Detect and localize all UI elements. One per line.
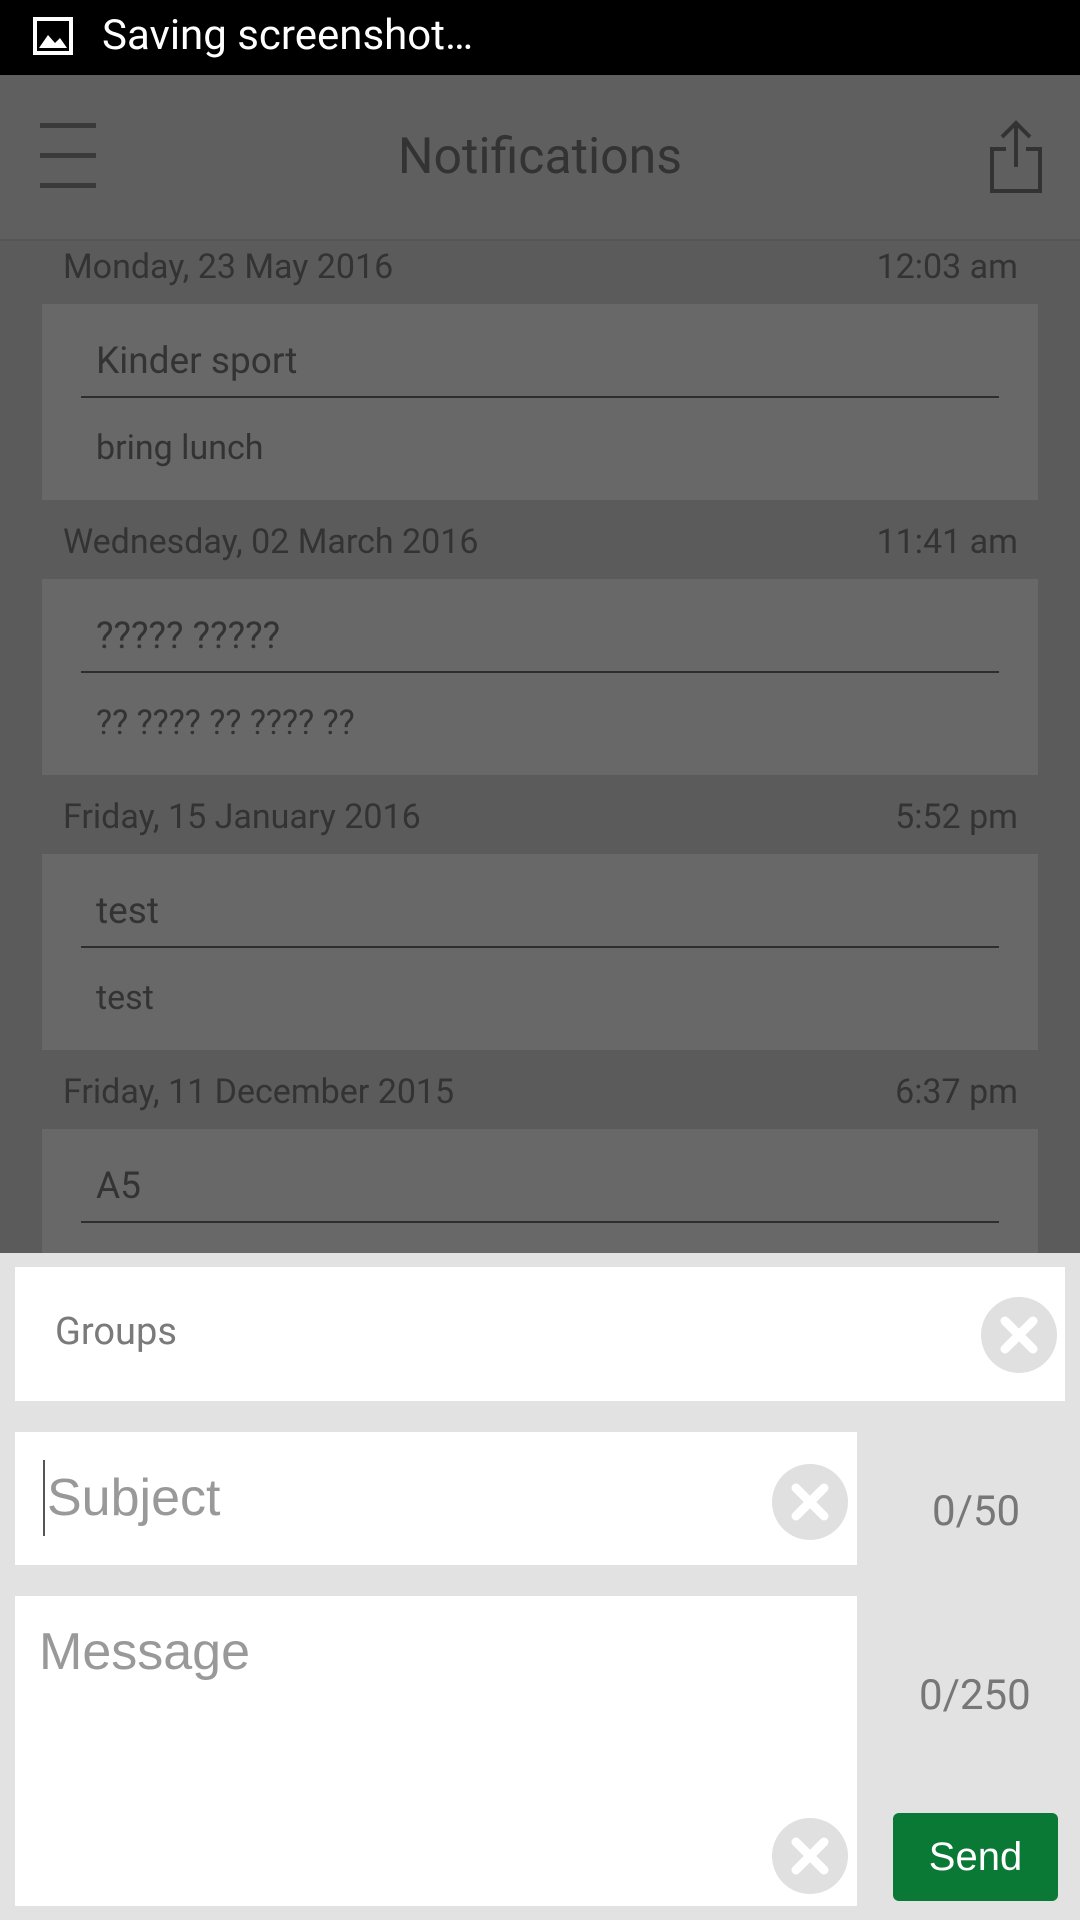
- image-icon: [33, 17, 73, 55]
- divider: [81, 946, 999, 948]
- notifications-list[interactable]: Monday, 23 May 2016 12:03 am Kinder spor…: [0, 241, 1080, 1253]
- notification-card[interactable]: A5: [42, 1129, 1038, 1253]
- list-item[interactable]: Friday, 15 January 2016 5:52 pm test tes…: [0, 791, 1080, 1066]
- share-icon[interactable]: [988, 119, 1044, 195]
- list-item[interactable]: Monday, 23 May 2016 12:03 am Kinder spor…: [0, 241, 1080, 516]
- notification-time: 6:37 pm: [895, 1072, 1018, 1112]
- divider: [81, 1221, 999, 1223]
- clear-groups-button[interactable]: [981, 1297, 1057, 1373]
- app-bar: Notifications: [0, 75, 1080, 241]
- close-icon: [791, 1837, 829, 1875]
- notification-card[interactable]: ????? ????? ?? ???? ?? ???? ??: [42, 579, 1038, 775]
- subject-field[interactable]: [15, 1432, 857, 1565]
- notification-card[interactable]: test test: [42, 854, 1038, 1050]
- notification-title: A5: [96, 1165, 141, 1208]
- list-item[interactable]: Wednesday, 02 March 2016 11:41 am ????? …: [0, 516, 1080, 791]
- notification-card[interactable]: Kinder sport bring lunch: [42, 304, 1038, 500]
- clear-message-button[interactable]: [772, 1818, 848, 1894]
- notification-date: Wednesday, 02 March 2016: [63, 522, 479, 562]
- close-icon: [791, 1483, 829, 1521]
- send-button[interactable]: Send: [893, 1813, 1058, 1901]
- message-input[interactable]: [39, 1622, 759, 1742]
- close-icon: [1000, 1316, 1038, 1354]
- notification-time: 12:03 am: [876, 247, 1018, 287]
- clear-subject-button[interactable]: [772, 1464, 848, 1540]
- message-counter: 0/250: [919, 1671, 1031, 1720]
- notification-body: bring lunch: [96, 428, 264, 468]
- divider: [81, 671, 999, 673]
- notification-body: ?? ???? ?? ???? ??: [96, 703, 355, 743]
- notification-date: Friday, 11 December 2015: [63, 1072, 455, 1112]
- notification-body: test: [96, 978, 154, 1018]
- divider: [81, 396, 999, 398]
- notification-title: test: [96, 890, 159, 933]
- status-bar: Saving screenshot…: [0, 0, 1080, 75]
- subject-counter: 0/50: [932, 1487, 1021, 1536]
- groups-field[interactable]: Groups: [15, 1267, 1065, 1401]
- message-field[interactable]: [15, 1596, 857, 1906]
- subject-input[interactable]: [43, 1460, 747, 1536]
- groups-label: Groups: [55, 1310, 177, 1354]
- page-title: Notifications: [397, 128, 683, 186]
- notification-date: Friday, 15 January 2016: [63, 797, 421, 837]
- notification-time: 11:41 am: [876, 522, 1018, 562]
- list-item[interactable]: Friday, 11 December 2015 6:37 pm A5: [0, 1066, 1080, 1253]
- notification-time: 5:52 pm: [895, 797, 1018, 837]
- notification-title: ????? ?????: [96, 615, 281, 658]
- notification-title: Kinder sport: [96, 340, 298, 383]
- status-text: Saving screenshot…: [102, 11, 474, 60]
- notification-date: Monday, 23 May 2016: [63, 247, 394, 287]
